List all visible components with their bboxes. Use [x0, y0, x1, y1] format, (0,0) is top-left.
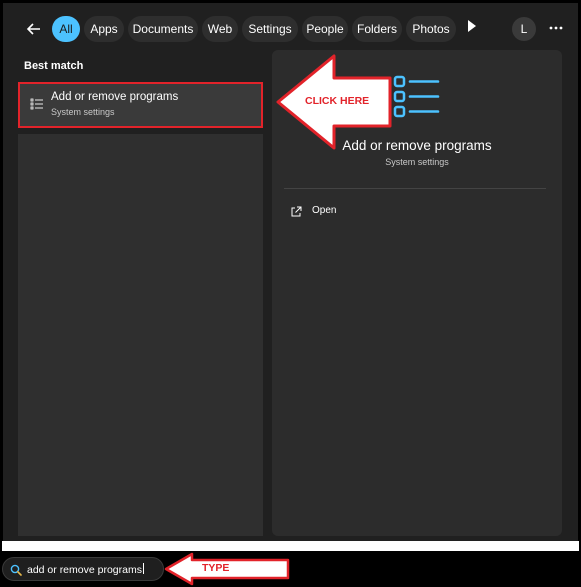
results-list-area: [18, 134, 263, 536]
filter-all[interactable]: All: [52, 16, 80, 42]
search-icon: [10, 563, 22, 576]
back-arrow-icon[interactable]: [24, 19, 44, 39]
best-match-subtitle: System settings: [51, 107, 115, 117]
best-match-title: Add or remove programs: [51, 91, 179, 103]
play-icon[interactable]: [468, 20, 476, 32]
filter-apps[interactable]: Apps: [84, 16, 124, 42]
search-query-text: add or remove programs: [27, 564, 142, 576]
click-here-label: CLICK HERE: [305, 95, 370, 107]
detail-divider: [284, 188, 546, 189]
detail-list-settings-icon: [392, 74, 442, 120]
separator-strip: [2, 541, 579, 551]
open-external-icon: [290, 205, 302, 217]
best-match-heading: Best match: [24, 60, 84, 72]
filter-documents[interactable]: Documents: [128, 16, 198, 42]
ellipsis-icon[interactable]: [546, 18, 566, 38]
best-match-result[interactable]: Add or remove programs System settings: [18, 82, 263, 128]
filter-bar: All Apps Documents Web Settings People F…: [20, 16, 565, 42]
filter-photos[interactable]: Photos: [406, 16, 456, 42]
open-label: Open: [312, 205, 337, 216]
filter-settings[interactable]: Settings: [242, 16, 298, 42]
detail-subtitle: System settings: [385, 157, 449, 167]
account-avatar[interactable]: L: [512, 17, 536, 41]
type-label: TYPE: [202, 562, 230, 574]
text-caret: [142, 563, 144, 574]
filter-folders[interactable]: Folders: [352, 16, 402, 42]
filter-people[interactable]: People: [302, 16, 348, 42]
list-settings-icon: [30, 97, 44, 111]
filter-web[interactable]: Web: [202, 16, 238, 42]
search-input[interactable]: add or remove programs: [2, 557, 164, 581]
